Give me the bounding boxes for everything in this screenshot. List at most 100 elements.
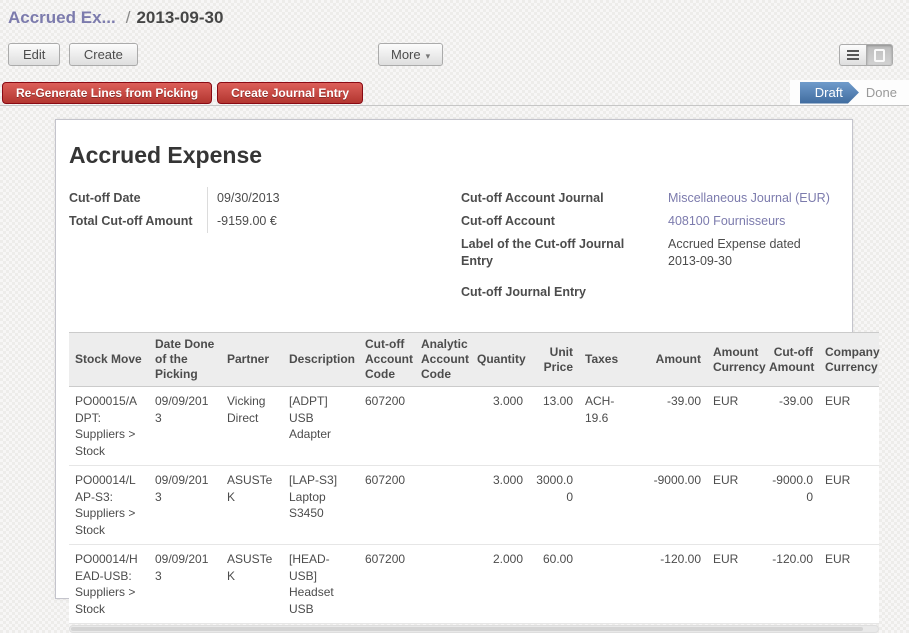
table-row[interactable]: PO00015/ADPT: Suppliers > Stock 09/09/20… xyxy=(69,387,879,466)
cell-cutoff-account-code: 607200 xyxy=(359,387,415,466)
total-cutoff-amount-value: -9159.00 € xyxy=(207,210,277,233)
cell-cutoff-account-code: 607200 xyxy=(359,466,415,545)
col-date-done[interactable]: Date Done of the Picking xyxy=(149,333,221,387)
status-done: Done xyxy=(866,85,897,100)
cell-stock-move: PO00014/HEAD-USB: Suppliers > Stock xyxy=(69,545,149,624)
cell-unit-price: 3000.00 xyxy=(529,466,579,545)
field-total-cutoff-amount: Total Cut-off Amount -9159.00 € xyxy=(69,210,461,233)
action-band: Re-Generate Lines from Picking Create Jo… xyxy=(0,80,909,106)
cell-analytic-account-code xyxy=(415,466,471,545)
horizontal-scrollbar[interactable] xyxy=(69,625,879,633)
page-title: Accrued Expense xyxy=(69,142,839,169)
cell-amount: -120.00 xyxy=(641,545,707,624)
cell-description: [ADPT] USB Adapter xyxy=(283,387,359,466)
entry-label-value: Accrued Expense dated 2013-09-30 xyxy=(659,233,819,273)
table-row[interactable]: PO00014/LAP-S3: Suppliers > Stock 09/09/… xyxy=(69,466,879,545)
col-quantity[interactable]: Quantity xyxy=(471,333,529,387)
create-journal-entry-button[interactable]: Create Journal Entry xyxy=(217,82,363,104)
field-cutoff-account: Cut-off Account 408100 Fournisseurs xyxy=(461,210,839,233)
cell-description: [LAP-S3] Laptop S3450 xyxy=(283,466,359,545)
cell-quantity: 3.000 xyxy=(471,387,529,466)
cell-partner: ASUSTeK xyxy=(221,545,283,624)
table-row[interactable]: PO00014/HEAD-USB: Suppliers > Stock 09/0… xyxy=(69,545,879,624)
field-groups: Cut-off Date 09/30/2013 Total Cut-off Am… xyxy=(69,187,839,304)
cell-quantity: 2.000 xyxy=(471,545,529,624)
cell-company-currency: EUR xyxy=(819,545,879,624)
total-cutoff-amount-label: Total Cut-off Amount xyxy=(69,210,207,233)
entry-label-label: Label of the Cut-off Journal Entry xyxy=(461,233,659,273)
field-cutoff-journal-entry: Cut-off Journal Entry xyxy=(461,281,839,304)
col-stock-move[interactable]: Stock Move xyxy=(69,333,149,387)
cutoff-journal-entry-label: Cut-off Journal Entry xyxy=(461,281,659,304)
field-entry-label: Label of the Cut-off Journal Entry Accru… xyxy=(461,233,839,273)
cell-partner: Vicking Direct xyxy=(221,387,283,466)
field-cutoff-account-journal: Cut-off Account Journal Miscellaneous Jo… xyxy=(461,187,839,210)
cutoff-account-link[interactable]: 408100 Fournisseurs xyxy=(659,210,785,233)
cell-cutoff-amount: -120.00 xyxy=(763,545,819,624)
cutoff-lines-table: Stock Move Date Done of the Picking Part… xyxy=(69,332,879,624)
lines-table-area: Stock Move Date Done of the Picking Part… xyxy=(69,332,839,633)
view-switcher xyxy=(839,44,893,66)
cutoff-date-label: Cut-off Date xyxy=(69,187,207,210)
regenerate-lines-button[interactable]: Re-Generate Lines from Picking xyxy=(2,82,212,104)
cell-date-done: 09/09/2013 xyxy=(149,387,221,466)
cell-amount: -9000.00 xyxy=(641,466,707,545)
cutoff-date-value: 09/30/2013 xyxy=(207,187,280,210)
cell-cutoff-account-code: 607200 xyxy=(359,545,415,624)
cell-stock-move: PO00014/LAP-S3: Suppliers > Stock xyxy=(69,466,149,545)
cell-amount-currency: EUR xyxy=(707,545,763,624)
statusbar: Draft Done xyxy=(790,80,909,105)
col-company-currency[interactable]: Company Currency xyxy=(819,333,879,387)
cell-stock-move: PO00015/ADPT: Suppliers > Stock xyxy=(69,387,149,466)
col-cutoff-account-code[interactable]: Cut-off Account Code xyxy=(359,333,415,387)
col-cutoff-amount[interactable]: Cut-off Amount xyxy=(763,333,819,387)
cell-unit-price: 60.00 xyxy=(529,545,579,624)
col-amount-currency[interactable]: Amount Currency xyxy=(707,333,763,387)
more-button[interactable]: More▾ xyxy=(378,43,443,66)
col-taxes[interactable]: Taxes xyxy=(579,333,641,387)
cell-partner: ASUSTeK xyxy=(221,466,283,545)
col-partner[interactable]: Partner xyxy=(221,333,283,387)
create-button[interactable]: Create xyxy=(69,43,138,66)
cell-amount-currency: EUR xyxy=(707,466,763,545)
col-amount[interactable]: Amount xyxy=(641,333,707,387)
cutoff-account-label: Cut-off Account xyxy=(461,210,659,233)
cell-cutoff-amount: -39.00 xyxy=(763,387,819,466)
col-description[interactable]: Description xyxy=(283,333,359,387)
cell-company-currency: EUR xyxy=(819,466,879,545)
breadcrumb-separator: / xyxy=(126,8,131,27)
cell-taxes: ACH-19.6 xyxy=(579,387,641,466)
form-view-button[interactable] xyxy=(866,44,893,66)
field-cutoff-date: Cut-off Date 09/30/2013 xyxy=(69,187,461,210)
cell-taxes xyxy=(579,545,641,624)
cell-analytic-account-code xyxy=(415,545,471,624)
cell-company-currency: EUR xyxy=(819,387,879,466)
list-view-icon xyxy=(847,50,859,60)
cutoff-journal-entry-value xyxy=(659,281,668,304)
status-draft: Draft xyxy=(800,82,859,104)
field-group-right: Cut-off Account Journal Miscellaneous Jo… xyxy=(461,187,839,304)
cell-description: [HEAD-USB] Headset USB xyxy=(283,545,359,624)
cutoff-account-journal-link[interactable]: Miscellaneous Journal (EUR) xyxy=(659,187,830,210)
horizontal-scrollbar-thumb[interactable] xyxy=(71,627,863,631)
breadcrumb-parent-link[interactable]: Accrued Ex... xyxy=(8,8,116,27)
cell-quantity: 3.000 xyxy=(471,466,529,545)
table-header-row: Stock Move Date Done of the Picking Part… xyxy=(69,333,879,387)
col-analytic-account-code[interactable]: Analytic Account Code xyxy=(415,333,471,387)
col-unit-price[interactable]: Unit Price xyxy=(529,333,579,387)
cell-cutoff-amount: -9000.00 xyxy=(763,466,819,545)
toolbar: Edit Create More▾ xyxy=(8,43,901,67)
breadcrumb-current: 2013-09-30 xyxy=(136,8,223,27)
cell-amount-currency: EUR xyxy=(707,387,763,466)
list-view-button[interactable] xyxy=(839,44,866,66)
cell-analytic-account-code xyxy=(415,387,471,466)
field-group-left: Cut-off Date 09/30/2013 Total Cut-off Am… xyxy=(69,187,461,304)
cell-taxes xyxy=(579,466,641,545)
form-view-icon xyxy=(874,49,885,62)
cell-date-done: 09/09/2013 xyxy=(149,545,221,624)
edit-button[interactable]: Edit xyxy=(8,43,60,66)
breadcrumb: Accrued Ex... / 2013-09-30 xyxy=(0,0,909,28)
form-sheet: Accrued Expense Cut-off Date 09/30/2013 … xyxy=(55,119,853,599)
more-button-label: More xyxy=(391,47,421,62)
cell-amount: -39.00 xyxy=(641,387,707,466)
